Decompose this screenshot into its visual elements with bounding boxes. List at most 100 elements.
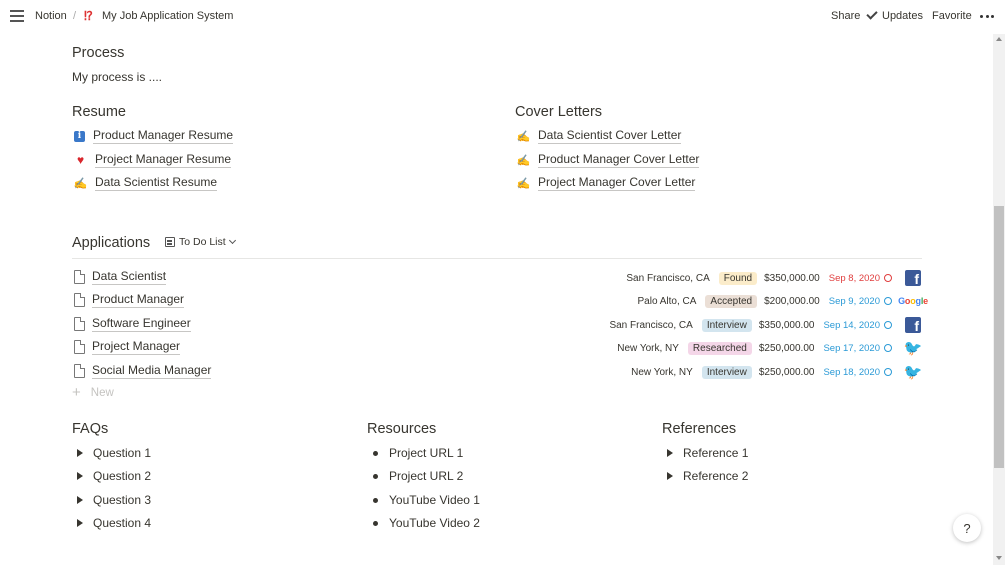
check-icon: [866, 8, 878, 20]
company-logo: Google: [898, 292, 928, 310]
process-text[interactable]: My process is ....: [72, 70, 162, 84]
application-row[interactable]: Product Manager Palo Alto, CA Accepted $200…: [72, 290, 928, 312]
faq-toggle[interactable]: Question 3: [72, 491, 151, 509]
page-icon: [74, 364, 85, 378]
toggle-triangle-icon[interactable]: [77, 519, 83, 527]
resume-link-label: Project Manager Resume: [95, 152, 232, 168]
updates-button[interactable]: Updates: [882, 10, 923, 22]
applications-heading[interactable]: Applications: [72, 235, 150, 251]
reference-label: Reference 1: [683, 446, 749, 460]
page-icon: [74, 340, 85, 354]
plus-icon: +: [72, 384, 81, 401]
application-title[interactable]: Project Manager: [92, 339, 181, 355]
resource-item[interactable]: YouTube Video 2: [367, 514, 480, 532]
breadcrumb-page-title[interactable]: My Job Application System: [102, 10, 233, 22]
breadcrumb-workspace[interactable]: Notion: [35, 10, 67, 22]
info-icon: i: [74, 130, 85, 142]
scrollbar-thumb[interactable]: [994, 206, 1004, 468]
toggle-triangle-icon[interactable]: [77, 449, 83, 457]
references-heading: References: [662, 421, 737, 437]
resume-heading: Resume: [72, 104, 126, 120]
cover-letter-link-data-scientist[interactable]: ✍ Data Scientist Cover Letter: [516, 127, 682, 145]
pencil-icon: ✍: [516, 177, 531, 190]
chevron-down-icon: [228, 236, 236, 245]
faq-toggle[interactable]: Question 1: [72, 444, 151, 462]
application-properties: San Francisco, CA Interview $350,000.00 Sep…: [609, 314, 922, 336]
status-badge: Interview: [701, 318, 752, 332]
process-heading: Process: [72, 45, 125, 61]
resume-link-label: Data Scientist Resume: [95, 175, 218, 191]
new-label: New: [90, 386, 114, 399]
application-properties: New York, NY Interview $250,000.00 Sep 18, …: [631, 361, 922, 383]
top-bar: Notion / ⁉ My Job Application System Sha…: [0, 0, 1005, 34]
list-view-icon: [165, 237, 175, 247]
company-logo: 🐦: [904, 363, 923, 381]
faqs-heading: FAQs: [72, 421, 109, 437]
toggle-triangle-icon[interactable]: [77, 496, 83, 504]
application-title[interactable]: Software Engineer: [92, 316, 191, 332]
resource-item[interactable]: Project URL 2: [367, 467, 463, 485]
resume-link-label: Product Manager Resume: [93, 128, 234, 144]
view-selector[interactable]: To Do List: [165, 236, 236, 248]
reminder-alarm-icon: [884, 344, 892, 352]
more-options-icon[interactable]: [980, 15, 994, 19]
application-properties: New York, NY Researched $250,000.00 Sep 17,…: [617, 337, 922, 359]
pencil-icon: ✍: [516, 130, 531, 143]
resource-label: YouTube Video 1: [389, 493, 480, 507]
reminder-alarm-icon: [884, 321, 892, 329]
application-row[interactable]: Social Media Manager New York, NY Intervie…: [72, 361, 922, 383]
scroll-up-arrow-icon[interactable]: [996, 37, 1002, 41]
menu-icon[interactable]: [10, 10, 24, 22]
toggle-triangle-icon[interactable]: [667, 472, 673, 480]
application-date: Sep 18, 2020: [823, 366, 880, 378]
application-date: Sep 8, 2020: [828, 272, 880, 284]
application-row[interactable]: Project Manager New York, NY Researched $25…: [72, 337, 922, 359]
resource-item[interactable]: YouTube Video 1: [367, 491, 480, 509]
resume-link-data-scientist[interactable]: ✍ Data Scientist Resume: [74, 174, 218, 192]
new-application-button[interactable]: + New: [72, 385, 114, 400]
heart-icon: ♥: [76, 153, 85, 167]
application-salary: $350,000.00: [758, 319, 815, 331]
view-selector-label: To Do List: [179, 236, 226, 248]
help-button[interactable]: ?: [953, 514, 981, 542]
resource-label: Project URL 2: [389, 469, 464, 483]
application-title[interactable]: Product Manager: [92, 292, 185, 308]
resume-link-project-manager[interactable]: ♥ Project Manager Resume: [74, 151, 232, 169]
faq-question: Question 2: [93, 469, 152, 483]
toggle-triangle-icon[interactable]: [77, 472, 83, 480]
favorite-button[interactable]: Favorite: [932, 10, 972, 22]
resume-link-product-manager[interactable]: i Product Manager Resume: [74, 127, 234, 145]
reminder-alarm-icon: [884, 297, 892, 305]
twitter-logo-icon: 🐦: [903, 340, 923, 357]
application-title[interactable]: Data Scientist: [92, 269, 167, 285]
application-row[interactable]: Software Engineer San Francisco, CA Interv…: [72, 314, 922, 336]
application-location: San Francisco, CA: [626, 272, 710, 284]
scroll-down-arrow-icon[interactable]: [996, 556, 1002, 560]
reference-toggle[interactable]: Reference 2: [662, 467, 748, 485]
faq-toggle[interactable]: Question 2: [72, 467, 151, 485]
faq-question: Question 1: [93, 446, 152, 460]
toggle-triangle-icon[interactable]: [667, 449, 673, 457]
bullet-icon: [373, 473, 378, 479]
resource-item[interactable]: Project URL 1: [367, 444, 463, 462]
application-title[interactable]: Social Media Manager: [92, 363, 212, 379]
resource-label: Project URL 1: [389, 446, 464, 460]
facebook-logo-icon: f: [905, 317, 921, 333]
reference-label: Reference 2: [683, 469, 749, 483]
company-logo: f: [904, 316, 922, 334]
cover-letter-link-project-manager[interactable]: ✍ Project Manager Cover Letter: [516, 174, 696, 192]
google-logo-icon: Google: [898, 296, 928, 306]
faq-toggle[interactable]: Question 4: [72, 514, 151, 532]
cover-letter-link-product-manager[interactable]: ✍ Product Manager Cover Letter: [517, 151, 700, 169]
page-icon: [74, 270, 85, 284]
bullet-icon: [373, 520, 378, 526]
cover-letter-link-label: Data Scientist Cover Letter: [538, 128, 682, 144]
application-salary: $350,000.00: [764, 272, 820, 284]
faq-question: Question 3: [93, 493, 152, 507]
application-salary: $200,000.00: [764, 295, 820, 307]
share-button[interactable]: Share: [831, 10, 860, 22]
status-badge: Accepted: [705, 294, 758, 308]
reminder-alarm-icon: [884, 368, 892, 376]
reference-toggle[interactable]: Reference 1: [662, 444, 748, 462]
application-row[interactable]: Data Scientist San Francisco, CA Found $350…: [72, 267, 922, 289]
